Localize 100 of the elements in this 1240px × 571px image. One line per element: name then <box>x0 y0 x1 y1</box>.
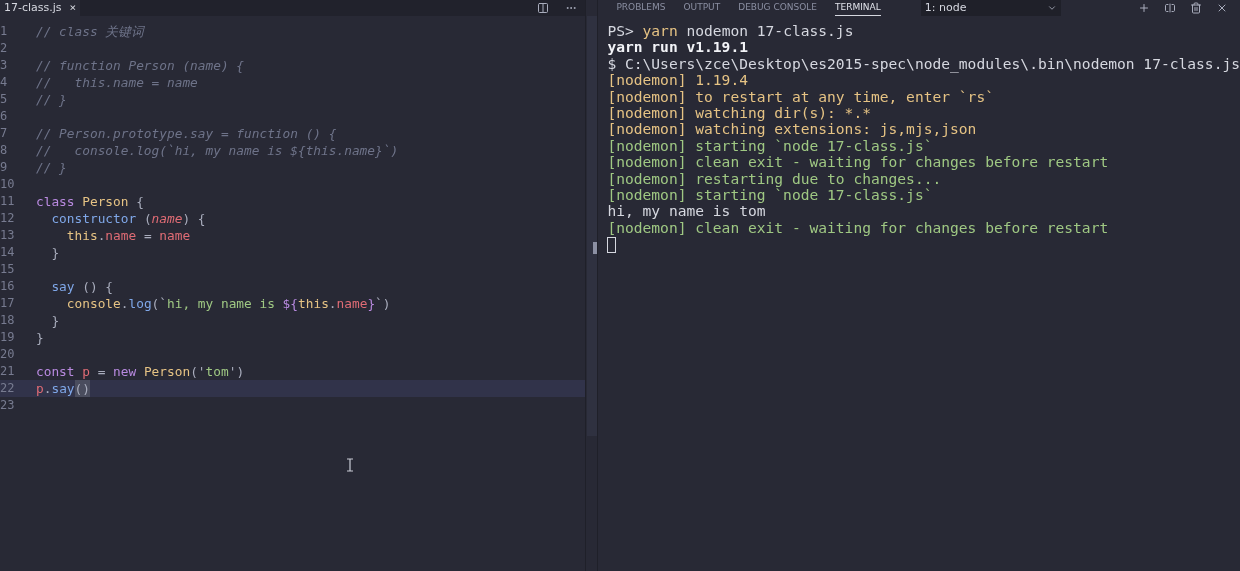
terminal-text: [nodemon] watching extensions: js,mjs,json <box>607 121 977 138</box>
line-number: 19 <box>0 329 16 346</box>
close-icon[interactable]: × <box>69 1 77 15</box>
line-number: 1 <box>0 23 9 40</box>
terminal-select[interactable]: 1: node <box>920 0 1061 16</box>
code-token: hi, my name is <box>167 295 276 312</box>
line-number: 5 <box>0 91 9 108</box>
code-token: console <box>65 295 121 312</box>
line-number: 15 <box>0 261 16 278</box>
code-token: const <box>36 363 76 380</box>
terminal-text: nodemon 17-class.js <box>685 23 854 40</box>
code-token: name <box>336 295 368 312</box>
code-token: ') <box>228 363 245 380</box>
code-token: // class 关键词 <box>36 23 145 40</box>
line-number: 13 <box>0 227 16 244</box>
code-token: constructor <box>50 210 137 227</box>
code-token: this <box>298 295 329 312</box>
terminal-text: $ C:\Users\zce\Desktop\es2015-spec\node_modules\.bin\nodemon 17-class.js <box>607 55 1240 73</box>
new-terminal-icon[interactable] <box>1138 2 1150 14</box>
code-token: } <box>36 329 44 346</box>
code-token: class <box>36 193 76 210</box>
panel-tab[interactable]: TERMINAL <box>835 0 881 16</box>
terminal-text: hi, my name is tom <box>607 203 766 220</box>
code-token: . <box>97 227 106 244</box>
code-token: name <box>105 227 137 244</box>
code-token: . <box>120 295 129 312</box>
split-editor-icon[interactable] <box>536 2 549 14</box>
code-token: say <box>50 278 75 295</box>
panel-tab[interactable]: PROBLEMS <box>616 0 666 16</box>
code-token: this <box>65 227 98 244</box>
text-cursor-icon <box>346 458 354 472</box>
terminal-text: yarn <box>642 23 678 40</box>
line-number: 9 <box>0 159 9 176</box>
code-token: // console.log(`hi, my name is ${this.name}`) <box>36 142 399 159</box>
line-number: 20 <box>0 346 16 363</box>
code-token: } <box>50 312 60 329</box>
panel-tab[interactable]: OUTPUT <box>683 0 721 16</box>
line-number: 3 <box>0 57 9 74</box>
line-number: 14 <box>0 244 16 261</box>
code-token: // } <box>36 159 67 176</box>
chevron-down-icon <box>1046 3 1057 13</box>
code-token: // Person.prototype.say = function () { <box>36 125 337 142</box>
editor-tab[interactable]: 17-class.js × <box>0 0 81 16</box>
code-token: // function Person (name) { <box>36 57 245 74</box>
scrollbar-thumb[interactable] <box>586 16 597 436</box>
line-number: 7 <box>0 125 9 142</box>
code-token: new <box>113 363 138 380</box>
close-icon[interactable] <box>1216 2 1228 14</box>
terminal-text: yarn run v1.19.1 <box>607 39 748 56</box>
code-token: ) { <box>182 210 206 227</box>
code-token: p <box>36 380 44 397</box>
terminal-text: PS> <box>607 23 635 40</box>
code-token: . <box>328 295 337 312</box>
terminal-text: [nodemon] clean exit - waiting for changes before restart <box>607 219 1109 237</box>
line-number: 23 <box>0 397 16 414</box>
line-number: 4 <box>0 74 9 91</box>
line-number: 8 <box>0 142 9 159</box>
code-token: // } <box>36 91 67 108</box>
code-token: // this.name = name <box>36 74 198 91</box>
code-token: Person <box>143 363 191 380</box>
line-number: 11 <box>0 193 16 210</box>
code-token: { <box>135 193 144 210</box>
code-token: (' <box>190 363 206 380</box>
code-token: tom <box>205 363 229 380</box>
terminal-text: [nodemon] starting `node 17-class.js` <box>607 186 933 204</box>
terminal-text: [nodemon] to restart at any time, enter `rs` <box>607 88 994 105</box>
line-number: 18 <box>0 312 16 329</box>
code-token: = <box>142 227 153 244</box>
trash-icon[interactable] <box>1190 2 1202 14</box>
line-number: 10 <box>0 176 16 193</box>
tab-label: 17-class.js <box>4 1 62 15</box>
terminal-text: [nodemon] restarting due to changes... <box>607 170 942 187</box>
code-token: `) <box>375 295 391 312</box>
line-number: 2 <box>0 40 9 57</box>
terminal-text: [nodemon] clean exit - waiting for changes before restart <box>607 154 1109 171</box>
terminal-text: [nodemon] 1.19.4 <box>607 72 748 89</box>
terminal-cursor <box>607 237 617 254</box>
code-token: name <box>151 210 183 227</box>
code-token: (` <box>151 295 167 312</box>
code-token: ( <box>142 210 152 227</box>
line-number: 16 <box>0 278 16 295</box>
line-number: 21 <box>0 363 16 380</box>
code-token: say <box>51 380 75 397</box>
terminal-text: [nodemon] watching dir(s): *.* <box>607 104 871 122</box>
code-token: . <box>43 380 52 397</box>
code-token: = <box>96 363 107 380</box>
line-number: 22 <box>0 380 16 397</box>
code-token: () <box>74 380 90 397</box>
split-terminal-icon[interactable] <box>1164 2 1176 14</box>
panel-tab[interactable]: DEBUG CONSOLE <box>738 0 817 16</box>
code-token: log <box>128 295 152 312</box>
line-number: 6 <box>0 108 9 125</box>
code-token: } <box>50 244 60 261</box>
line-number: 12 <box>0 210 16 227</box>
line-number: 17 <box>0 295 16 312</box>
code-token: } <box>367 295 376 312</box>
code-token: Person <box>82 193 129 210</box>
code-token: p <box>82 363 90 380</box>
code-token: ${ <box>282 295 298 312</box>
code-token: () { <box>81 278 114 295</box>
